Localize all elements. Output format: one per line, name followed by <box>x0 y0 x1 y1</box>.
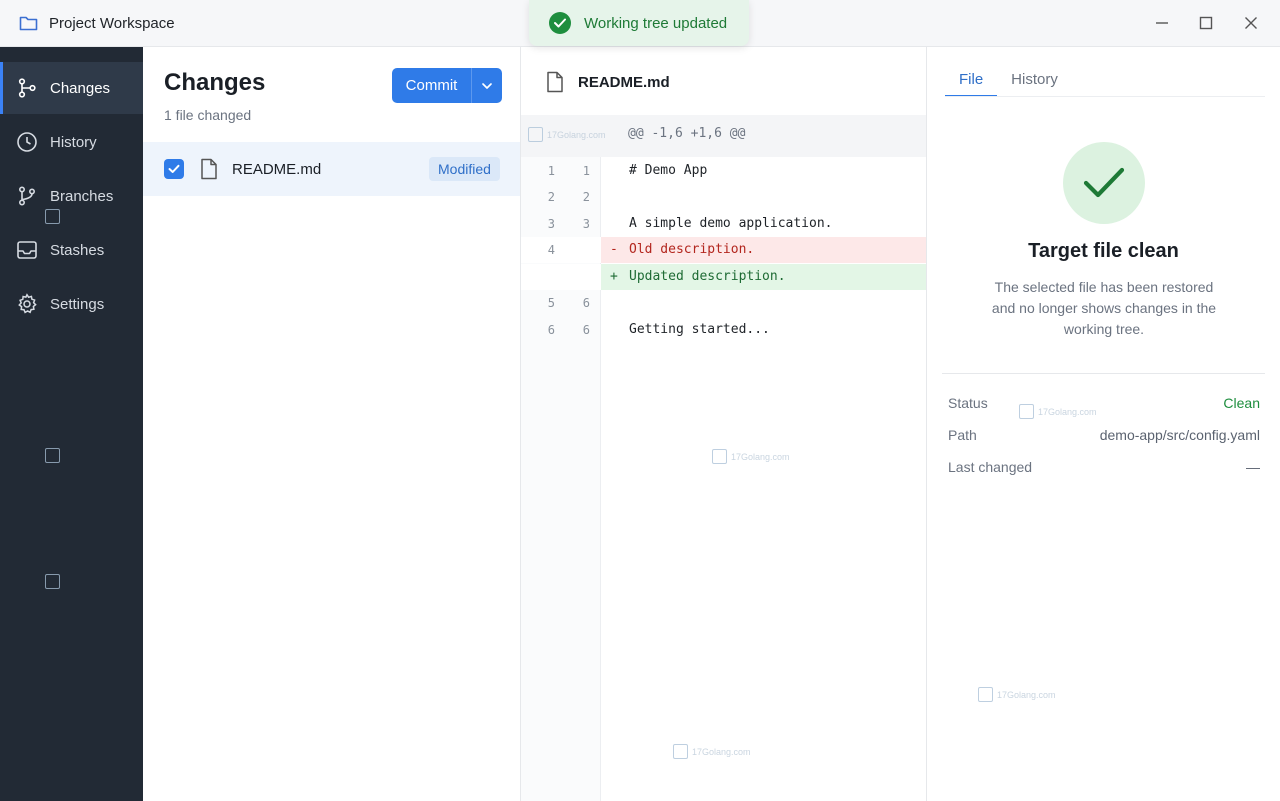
meta-row-status: Status Clean <box>948 393 1260 415</box>
meta-row-last-changed: Last changed — <box>948 457 1260 479</box>
close-icon <box>1245 17 1257 29</box>
page-title: Changes <box>164 69 266 96</box>
success-check-icon <box>549 12 571 34</box>
new-line-number: 6 <box>582 323 590 337</box>
diff-line: 3 3 A simple demo application. <box>521 211 926 237</box>
commit-split-button: Commit <box>392 68 502 103</box>
new-line-number: 1 <box>582 164 590 178</box>
old-line-number: 2 <box>547 190 555 204</box>
meta-value: — <box>1246 459 1260 475</box>
meta-value: Clean <box>1223 395 1260 411</box>
git-commit-icon <box>16 77 38 99</box>
changes-panel: Changes 1 file changed Commit README.md … <box>143 47 521 801</box>
tabs-divider <box>945 96 1265 97</box>
status-badge: Modified <box>429 157 500 181</box>
tab-file[interactable]: File <box>945 61 998 97</box>
old-line-number: 6 <box>547 323 555 337</box>
meta-key: Last changed <box>948 459 1033 475</box>
folder-icon <box>19 16 38 31</box>
new-line-number: 3 <box>582 217 590 231</box>
clock-icon <box>16 131 38 153</box>
file-icon <box>201 158 217 180</box>
diff-line-added: + Updated description. <box>521 264 926 290</box>
diff-line: 2 2 <box>521 184 926 210</box>
sidebar-item-label: Stashes <box>50 241 105 259</box>
hunk-header: 17Golang.com @@ -1,6 +1,6 @@ <box>521 115 926 157</box>
sidebar-item-branches[interactable]: Branches <box>0 170 143 222</box>
file-checkbox[interactable] <box>164 159 184 179</box>
divider <box>942 373 1265 374</box>
commit-button[interactable]: Commit <box>392 68 472 103</box>
window-title: Project Workspace <box>49 15 175 32</box>
meta-key: Status <box>948 395 988 411</box>
maximize-button[interactable] <box>1194 12 1218 34</box>
line-code: A simple demo application. <box>629 216 833 231</box>
meta-row-path: Path demo-app/src/config.yaml <box>948 425 1260 447</box>
tab-history[interactable]: History <box>997 61 1072 97</box>
maximize-icon <box>1199 16 1213 30</box>
inbox-icon <box>16 239 38 261</box>
diff-line-deleted: 4 - Old description. <box>521 237 926 263</box>
diff-sign: - <box>610 242 618 257</box>
line-code: Getting started... <box>629 322 770 337</box>
sidebar-item-label: History <box>50 133 97 151</box>
watermark: 17Golang.com <box>712 449 790 464</box>
commit-options-button[interactable] <box>472 68 502 103</box>
branch-icon <box>16 185 38 207</box>
diff-line: 5 6 <box>521 290 926 316</box>
watermark <box>45 448 64 463</box>
watermark: 17Golang.com <box>673 744 751 759</box>
hunk-header-text: @@ -1,6 +1,6 @@ <box>628 126 746 141</box>
old-line-number: 3 <box>547 217 555 231</box>
success-check-icon <box>1063 142 1145 224</box>
diff-sign: + <box>610 269 618 284</box>
diff-line: 6 6 Getting started... <box>521 317 926 343</box>
watermark <box>45 209 64 224</box>
old-line-number: 1 <box>547 164 555 178</box>
changed-file-row[interactable]: README.md Modified <box>143 142 520 196</box>
sidebar-item-changes[interactable]: Changes <box>0 62 143 114</box>
sidebar-item-label: Settings <box>50 295 105 313</box>
sidebar-item-settings[interactable]: Settings <box>0 278 143 330</box>
minimize-button[interactable] <box>1150 12 1174 34</box>
old-line-number: 4 <box>547 243 555 257</box>
empty-state-description: The selected file has been restored and … <box>991 279 1217 337</box>
diff-header: README.md <box>521 47 926 115</box>
line-code: # Demo App <box>629 163 708 178</box>
checkmark-icon <box>168 164 180 173</box>
gear-icon <box>16 293 38 315</box>
diff-line: 1 1 # Demo App <box>521 158 926 184</box>
sidebar-item-history[interactable]: History <box>0 116 143 168</box>
new-line-number: 6 <box>582 296 590 310</box>
line-code: Updated description. <box>629 269 786 284</box>
watermark: 17Golang.com <box>978 687 1056 702</box>
watermark: 17Golang.com <box>528 127 606 142</box>
toast-notification: Working tree updated <box>529 0 749 46</box>
diff-panel: README.md 17Golang.com @@ -1,6 +1,6 @@ 1… <box>521 47 927 801</box>
file-name: README.md <box>232 161 322 178</box>
old-line-number: 5 <box>547 296 555 310</box>
watermark: 17Golang.com <box>1019 404 1097 419</box>
meta-key: Path <box>948 427 977 443</box>
meta-value: demo-app/src/config.yaml <box>1099 427 1260 443</box>
toast-message: Working tree updated <box>584 14 728 32</box>
watermark <box>45 574 64 589</box>
diff-file-name: README.md <box>578 74 670 91</box>
sidebar-item-stashes[interactable]: Stashes <box>0 224 143 276</box>
new-line-number: 2 <box>582 190 590 204</box>
changed-count: 1 file changed <box>164 107 252 123</box>
minimize-icon <box>1156 22 1168 24</box>
details-panel: File History Target file clean The selec… <box>927 47 1280 801</box>
sidebar-item-label: Branches <box>50 187 114 205</box>
file-icon <box>547 71 563 93</box>
details-tabs: File History <box>945 61 1072 97</box>
sidebar: Changes History Branches Stashes Setting… <box>0 47 143 801</box>
sidebar-item-label: Changes <box>50 79 111 97</box>
line-code: Old description. <box>629 242 755 257</box>
chevron-down-icon <box>482 82 492 89</box>
empty-state-title: Target file clean <box>1028 240 1179 262</box>
close-button[interactable] <box>1239 12 1263 34</box>
